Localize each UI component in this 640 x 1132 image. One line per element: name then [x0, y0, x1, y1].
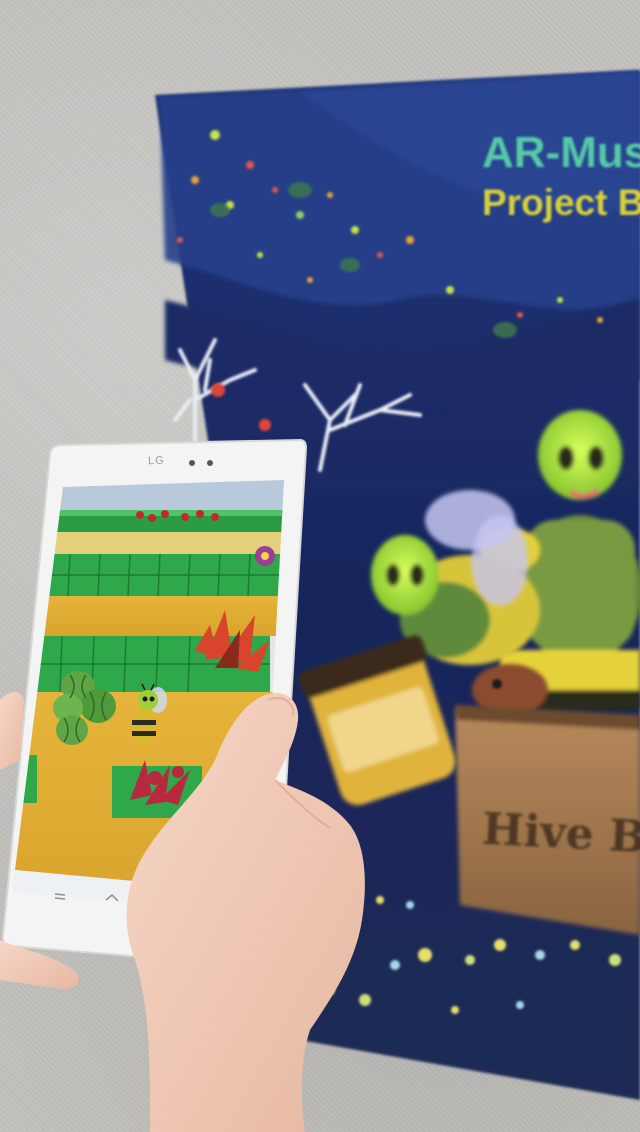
tablet-brand-logo: LG [147, 454, 165, 468]
tablet-with-hands [0, 438, 365, 1132]
